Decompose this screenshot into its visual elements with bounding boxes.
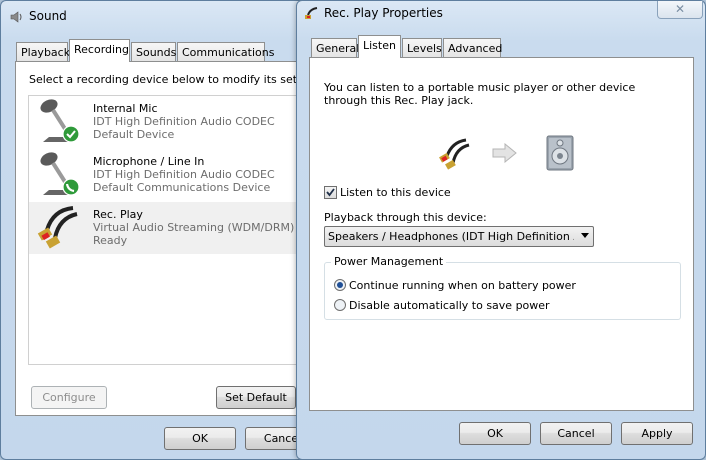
- chevron-down-icon: [581, 233, 589, 238]
- radio-disable[interactable]: [334, 299, 346, 311]
- radio-continue[interactable]: [334, 279, 346, 291]
- power-management-label: Power Management: [331, 255, 447, 268]
- tab-recording[interactable]: Recording: [69, 39, 130, 62]
- arrow-right-icon: [492, 143, 517, 163]
- speaker-app-icon: [10, 11, 22, 23]
- listen-panel: You can listen to a portable music playe…: [309, 57, 694, 411]
- cancel-button[interactable]: Cancel: [540, 422, 612, 445]
- sound-window: Sound Playback Recording Sounds Communic…: [0, 0, 320, 460]
- tab-playback[interactable]: Playback: [16, 42, 70, 62]
- device-driver: IDT High Definition Audio CODEC: [93, 115, 275, 128]
- device-internal-mic[interactable]: Internal Mic IDT High Definition Audio C…: [29, 96, 309, 148]
- tab-listen[interactable]: Listen: [358, 35, 401, 58]
- window-title: Sound: [29, 9, 67, 23]
- recording-panel: Select a recording device below to modif…: [15, 61, 319, 416]
- device-status: Ready: [93, 234, 128, 247]
- window-title: Rec. Play Properties: [324, 6, 443, 20]
- apply-button[interactable]: Apply: [621, 422, 693, 445]
- microphone-icon: [40, 99, 80, 143]
- device-rec-play[interactable]: Rec. Play Virtual Audio Streaming (WDM/D…: [29, 202, 309, 254]
- power-management-group: Power Management Continue running when o…: [324, 255, 681, 320]
- audio-jack-icon: [439, 138, 470, 170]
- device-driver: IDT High Definition Audio CODEC: [93, 168, 275, 181]
- tab-sounds[interactable]: Sounds: [131, 42, 176, 62]
- device-driver: Virtual Audio Streaming (WDM/DRM): [93, 221, 295, 234]
- speaker-icon: [546, 135, 574, 171]
- close-icon[interactable]: ✕: [657, 1, 703, 19]
- device-microphone-line-in[interactable]: Microphone / Line In IDT High Definition…: [29, 149, 309, 201]
- device-name: Internal Mic: [93, 102, 158, 115]
- instruction-text: Select a recording device below to modif…: [29, 73, 319, 86]
- configure-button[interactable]: Configure: [31, 386, 107, 409]
- audio-jack-icon: [37, 206, 78, 249]
- device-name: Microphone / Line In: [93, 155, 205, 168]
- description-text: You can listen to a portable music playe…: [324, 81, 636, 107]
- playback-device-label: Playback through this device:: [324, 211, 487, 224]
- ok-button[interactable]: OK: [164, 427, 236, 450]
- checkmark-icon: [326, 188, 335, 197]
- ok-button[interactable]: OK: [459, 422, 531, 445]
- power-option-disable[interactable]: Disable automatically to save power: [349, 299, 550, 312]
- properties-window: Rec. Play Properties ✕ General Listen Le…: [296, 0, 706, 460]
- checkmark-badge-icon: [62, 125, 80, 143]
- tab-communications[interactable]: Communications: [177, 42, 274, 62]
- device-list[interactable]: Internal Mic IDT High Definition Audio C…: [28, 95, 318, 365]
- listen-checkbox[interactable]: [324, 186, 337, 199]
- device-status: Default Communications Device: [93, 181, 271, 194]
- power-option-continue[interactable]: Continue running when on battery power: [349, 279, 576, 292]
- device-name: Rec. Play: [93, 208, 143, 221]
- radio-dot: [337, 282, 343, 288]
- phone-badge-icon: [62, 178, 80, 196]
- playback-device-value: Speakers / Headphones (IDT High Definiti…: [328, 230, 574, 243]
- tab-levels[interactable]: Levels: [402, 38, 442, 58]
- microphone-icon: [40, 152, 80, 196]
- device-status: Default Device: [93, 128, 175, 141]
- tab-advanced[interactable]: Advanced: [443, 38, 502, 58]
- audio-jack-icon: [305, 7, 318, 19]
- playback-device-select[interactable]: Speakers / Headphones (IDT High Definiti…: [324, 226, 594, 247]
- set-default-button[interactable]: Set Default: [216, 386, 296, 409]
- listen-checkbox-label[interactable]: Listen to this device: [340, 186, 451, 199]
- tab-general[interactable]: General: [311, 38, 359, 58]
